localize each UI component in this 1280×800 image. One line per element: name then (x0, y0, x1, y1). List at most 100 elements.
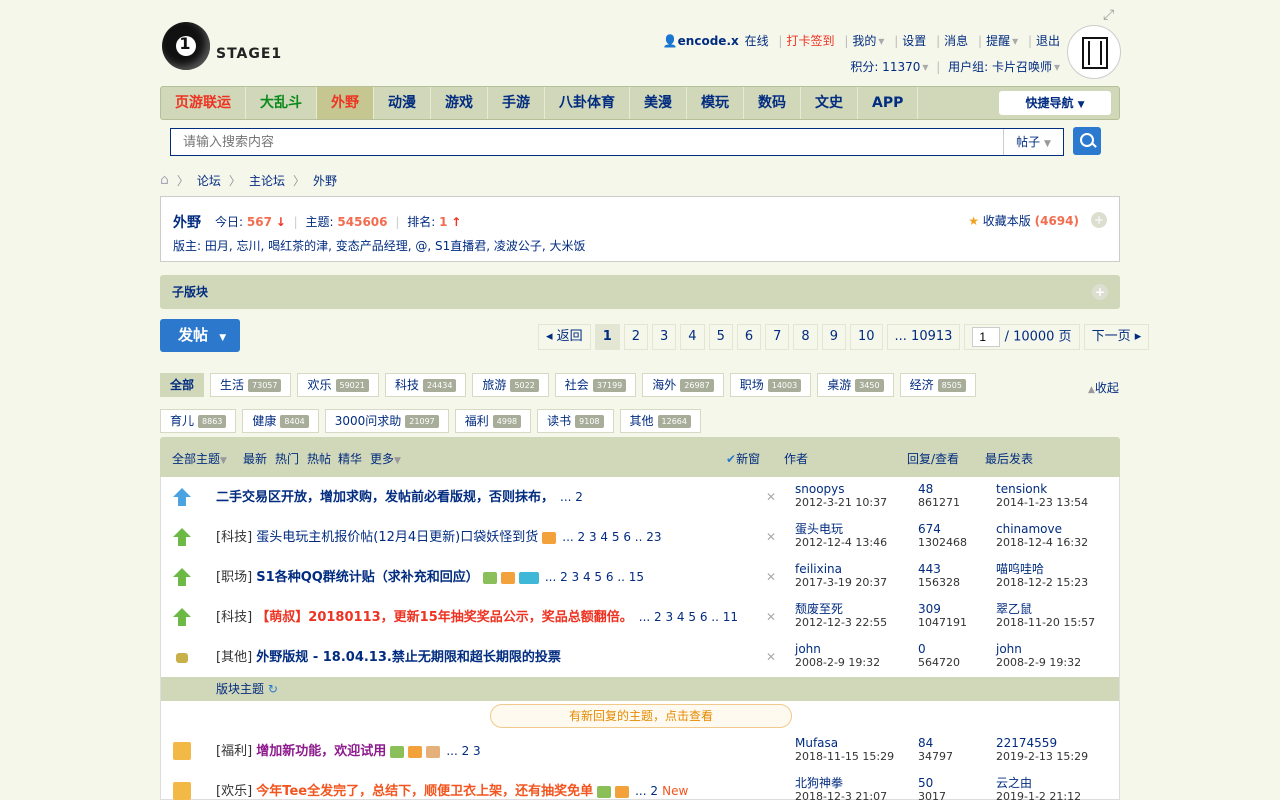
next-page-button[interactable]: 下一页 ▸ (1083, 324, 1150, 350)
breadcrumb-waiye[interactable]: 外野 (313, 172, 337, 189)
thread-pages[interactable]: ... 2 3 (446, 744, 480, 758)
alerts-menu[interactable]: 提醒 (986, 34, 1010, 48)
nav-item-anime[interactable]: 动漫 (374, 87, 431, 119)
thread-pages[interactable]: ... 2 (635, 784, 658, 798)
subforum-bar[interactable]: 子版块 + (160, 275, 1120, 309)
page-6[interactable]: 6 (736, 324, 762, 350)
sort-hot[interactable]: 热门 (275, 450, 299, 467)
page-10[interactable]: 10 (849, 324, 883, 350)
mine-menu[interactable]: 我的 (852, 34, 876, 48)
thread-title[interactable]: 今年Tee全发完了，总结下，顺便卫衣上架，还有抽奖免单 (256, 784, 593, 799)
thread-title[interactable]: 外野版规 - 18.04.13.禁止无期限和超长期限的投票 (256, 650, 561, 665)
stage1-logo[interactable]: 1 STAGE1 (160, 20, 290, 72)
page-7[interactable]: 7 (765, 324, 790, 350)
thread-title[interactable]: 蛋头电玩主机报价帖(12月4日更新)口袋妖怪到货 (256, 530, 538, 545)
last-poster-link[interactable]: 翠乙鼠 (996, 602, 1032, 616)
last-poster-link[interactable]: 喵呜哇哈 (996, 562, 1044, 576)
tag-economy[interactable]: 经济 8505 (899, 373, 976, 397)
usergroup-menu[interactable]: 用户组: 卡片召唤师 (948, 60, 1052, 74)
forum-toggle-icon[interactable]: + (1091, 212, 1107, 228)
thread-pages[interactable]: ... 2 3 4 5 6 .. 11 (639, 610, 738, 624)
author-link[interactable]: snoopys (795, 482, 845, 496)
settings-link[interactable]: 设置 (902, 34, 926, 48)
nav-item-app[interactable]: APP (858, 87, 919, 119)
sort-hotpost[interactable]: 热帖 (307, 450, 331, 467)
thread-pages[interactable]: ... 2 3 4 5 6 .. 23 (562, 530, 661, 544)
sort-latest[interactable]: 最新 (243, 450, 267, 467)
more-menu[interactable]: 更多▼ (370, 450, 401, 467)
author-link[interactable]: feilixina (795, 562, 842, 576)
thread-title[interactable]: S1各种QQ群统计贴（求补充和回应） (256, 570, 479, 585)
tag-other[interactable]: 其他 12664 (619, 409, 701, 433)
nav-item-waiye[interactable]: 外野 (317, 87, 374, 119)
username-link[interactable]: encode.x (678, 34, 739, 48)
search-input[interactable] (171, 129, 1001, 155)
page-8[interactable]: 8 (793, 324, 818, 350)
last-poster-link[interactable]: tensionk (996, 482, 1047, 496)
close-icon[interactable]: ✕ (766, 490, 776, 504)
tag-help[interactable]: 3000问求助 21097 (324, 409, 449, 433)
breadcrumb-main[interactable]: 主论坛 (249, 172, 285, 189)
close-icon[interactable]: ✕ (766, 610, 776, 624)
points-menu[interactable]: 积分: 11370 (850, 60, 920, 74)
thread-title[interactable]: 【萌叔】20180113，更新15年抽奖奖品公示，奖品总额翻倍。 (256, 610, 632, 625)
search-button[interactable] (1073, 127, 1101, 155)
page-4[interactable]: 4 (680, 324, 705, 350)
subforum-toggle-icon[interactable]: + (1092, 284, 1108, 300)
refresh-icon[interactable]: ↻ (268, 682, 278, 696)
sort-digest[interactable]: 精华 (338, 450, 362, 467)
author-link[interactable]: 蛋头电玩 (795, 522, 843, 536)
tag-fun[interactable]: 欢乐 59021 (297, 373, 379, 397)
tag-tech[interactable]: 科技 24434 (384, 373, 467, 397)
last-poster-link[interactable]: 22174559 (996, 736, 1057, 750)
nav-item-gossip[interactable]: 八卦体育 (545, 87, 630, 119)
tag-parenting[interactable]: 育儿 8863 (160, 409, 237, 433)
quick-nav-button[interactable]: 快捷导航 ▼ (999, 91, 1111, 115)
back-button[interactable]: ◂ 返回 (538, 324, 591, 350)
close-icon[interactable]: ✕ (766, 650, 776, 664)
author-link[interactable]: 北狗神拳 (795, 776, 843, 790)
collapse-tags-button[interactable]: ▲收起 (1088, 379, 1119, 396)
thread-title[interactable]: 二手交易区开放，增加求购，发帖前必看版规，否则抹布， (216, 490, 554, 505)
search-type-select[interactable]: 帖子 ▼ (1003, 129, 1063, 155)
tag-health[interactable]: 健康 8404 (242, 409, 319, 433)
last-poster-link[interactable]: 云之由 (996, 776, 1032, 790)
page-3[interactable]: 3 (652, 324, 677, 350)
page-2[interactable]: 2 (623, 324, 649, 350)
nav-item-yeyou[interactable]: 页游联运 (161, 87, 246, 119)
close-icon[interactable]: ✕ (766, 570, 776, 584)
author-link[interactable]: john (795, 642, 821, 656)
filter-all[interactable]: 全部主题▼ (172, 450, 227, 467)
new-post-button[interactable]: 发帖 ▼ (160, 319, 240, 352)
favorite-forum-link[interactable]: ★ 收藏本版 (4694) (968, 212, 1079, 229)
nav-item-games[interactable]: 游戏 (431, 87, 488, 119)
close-icon[interactable]: ✕ (766, 530, 776, 544)
thread-pages[interactable]: ... 2 3 4 5 6 .. 15 (545, 570, 644, 584)
new-replies-bar[interactable]: 有新回复的主题，点击查看 (490, 704, 792, 728)
checkin-link[interactable]: 打卡签到 (786, 34, 834, 48)
nav-item-history[interactable]: 文史 (801, 87, 858, 119)
nav-item-models[interactable]: 模玩 (687, 87, 744, 119)
messages-link[interactable]: 消息 (944, 34, 968, 48)
thread-title[interactable]: 增加新功能，欢迎试用 (256, 744, 386, 759)
nav-item-mobile[interactable]: 手游 (488, 87, 545, 119)
page-1[interactable]: 1 (594, 324, 620, 350)
tag-all[interactable]: 全部 (160, 373, 205, 397)
nav-item-daluandou[interactable]: 大乱斗 (246, 87, 317, 119)
thread-pages[interactable]: ... 2 (560, 490, 583, 504)
expand-icon[interactable]: ⤢ (1103, 7, 1117, 23)
home-icon[interactable]: ⌂ (160, 172, 169, 188)
last-poster-link[interactable]: chinamove (996, 522, 1062, 536)
avatar[interactable] (1067, 25, 1121, 79)
page-input[interactable] (972, 327, 1001, 347)
author-link[interactable]: 颓废至死 (795, 602, 843, 616)
page-last[interactable]: ... 10913 (886, 324, 961, 350)
tag-boardgame[interactable]: 桌游 3450 (817, 373, 894, 397)
page-9[interactable]: 9 (821, 324, 846, 350)
tag-life[interactable]: 生活 73057 (210, 373, 292, 397)
new-window-toggle[interactable]: ✔新窗 (726, 450, 760, 467)
author-link[interactable]: Mufasa (795, 736, 838, 750)
tag-welfare[interactable]: 福利 4998 (454, 409, 532, 433)
logout-link[interactable]: 退出 (1036, 34, 1060, 48)
tag-reading[interactable]: 读书 9108 (537, 409, 614, 433)
